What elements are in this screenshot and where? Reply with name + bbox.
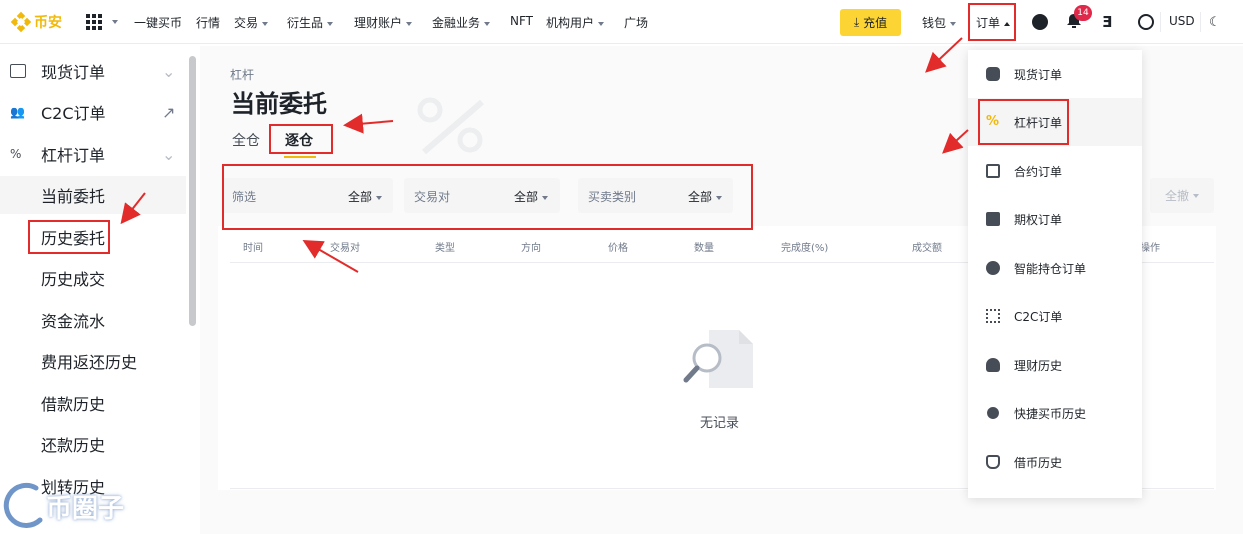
sidebar-item-transaction-history[interactable]: 资金流水 [0, 301, 186, 339]
dropdown-item-earn-history[interactable]: 理财历史 [968, 341, 1142, 389]
external-link-icon: ↗ [162, 102, 176, 122]
column-header: 交易对 [330, 243, 360, 254]
sidebar-item-open-orders[interactable]: 当前委托 [0, 176, 186, 214]
nav-item-institutional[interactable]: 机构用户 [546, 14, 605, 31]
annotation-box-margin-orders [978, 99, 1069, 145]
sidebar-item-margin-orders[interactable]: % 杠杆订单 ⌄ [0, 135, 186, 173]
chevron-down-icon [262, 21, 269, 26]
nav-item-square[interactable]: 广场 [624, 14, 648, 31]
sidebar-scrollbar[interactable] [189, 56, 196, 326]
moon-icon[interactable]: ☾ [1209, 15, 1221, 30]
quick-buy-icon [987, 407, 999, 419]
page-title: 当前委托 [231, 90, 327, 118]
column-header: 成交额 [912, 243, 942, 254]
nav-item-derivatives[interactable]: 衍生品 [287, 14, 334, 31]
wallet-icon [10, 64, 26, 78]
chevron-down-icon: ⌄ [162, 144, 176, 164]
chevron-down-icon [406, 21, 413, 26]
active-tab-indicator [284, 156, 316, 158]
sidebar-item-fee-rebate-history[interactable]: 费用返还历史 [0, 342, 186, 380]
chevron-down-icon [1193, 193, 1199, 198]
brand-name: 币安 [34, 15, 62, 31]
sidebar-item-repay-history[interactable]: 还款历史 [0, 425, 186, 463]
smart-position-icon [986, 261, 1000, 275]
tab-cross-margin[interactable]: 全仓 [232, 130, 260, 150]
nav-item-finance[interactable]: 金融业务 [432, 14, 491, 31]
nav-divider [1200, 12, 1201, 32]
nav-item-markets[interactable]: 行情 [196, 14, 220, 31]
globe-icon[interactable] [1138, 14, 1154, 30]
column-header: 类型 [435, 243, 455, 254]
nav-item-trade[interactable]: 交易 [234, 14, 269, 31]
binance-logo-icon [10, 11, 32, 33]
dropdown-item-smart-position[interactable]: 智能持仓订单 [968, 244, 1142, 292]
breadcrumb[interactable]: 杠杆 [230, 66, 254, 83]
nav-item-nft[interactable]: NFT [510, 14, 533, 28]
column-header: 方向 [521, 243, 541, 254]
dropdown-item-quick-buy-history[interactable]: 快捷买币历史 [968, 389, 1142, 437]
margin-banner-icon [417, 97, 484, 155]
chevron-down-icon [484, 21, 491, 26]
download-icon: ⤓ [853, 15, 860, 29]
loan-history-icon [986, 455, 1000, 469]
chevron-down-icon [112, 20, 118, 24]
app-grid-icon[interactable] [86, 14, 102, 30]
column-header: 完成度(%) [781, 243, 829, 254]
nav-divider [1160, 12, 1161, 32]
chevron-down-icon [598, 21, 605, 26]
column-header: 价格 [608, 243, 628, 254]
wallet-menu[interactable]: 钱包 [922, 14, 957, 31]
options-order-icon [986, 212, 1000, 226]
annotation-box-tab [269, 124, 333, 154]
dropdown-item-futures-orders[interactable]: 合约订单 [968, 147, 1142, 195]
no-records-icon [683, 330, 753, 388]
deposit-button[interactable]: ⤓ 充值 [840, 9, 901, 36]
notification-badge: 14 [1074, 5, 1092, 21]
dropdown-item-c2c-orders[interactable]: C2C订单 [968, 292, 1142, 340]
chevron-down-icon [950, 21, 957, 26]
column-header: 时间 [243, 243, 263, 254]
nav-item-quick-buy[interactable]: 一键买币 [134, 14, 182, 31]
annotation-box-filters [222, 164, 753, 230]
annotation-box-order-history [28, 220, 110, 254]
spot-order-icon [986, 67, 1000, 81]
dropdown-item-options-orders[interactable]: 期权订单 [968, 195, 1142, 243]
sidebar-item-c2c-orders[interactable]: 👥 C2C订单 ↗ [0, 93, 186, 131]
chevron-down-icon: ⌄ [162, 61, 176, 81]
brand-logo[interactable]: 币安 [10, 11, 62, 33]
c2c-order-icon [986, 309, 1000, 323]
cancel-all-button[interactable]: 全撤 [1150, 178, 1214, 213]
earn-history-icon [986, 358, 1000, 372]
watermark-logo-icon [3, 482, 43, 528]
dropdown-item-spot-orders[interactable]: 现货订单 [968, 50, 1142, 98]
percent-icon: % [10, 147, 22, 161]
sidebar-item-borrow-history[interactable]: 借款历史 [0, 384, 186, 422]
dropdown-item-loan-history[interactable]: 借币历史 [968, 438, 1142, 486]
user-icon[interactable] [1032, 14, 1048, 30]
sidebar-item-spot-orders[interactable]: 现货订单 ⌄ [0, 52, 186, 90]
currency-selector[interactable]: USD [1169, 14, 1195, 28]
annotation-box-orders [968, 3, 1016, 41]
download-app-icon[interactable]: Ǝ [1102, 13, 1112, 31]
column-header: 数量 [694, 243, 714, 254]
people-icon: 👥 [10, 105, 25, 119]
chevron-down-icon [327, 21, 334, 26]
watermark: 币圈子 [0, 474, 160, 534]
empty-state-text: 无记录 [700, 416, 740, 431]
nav-item-earn[interactable]: 理财账户 [354, 14, 413, 31]
column-header: 操作 [1140, 243, 1160, 254]
futures-order-icon [986, 164, 1000, 178]
sidebar-item-trade-history[interactable]: 历史成交 [0, 259, 186, 297]
top-nav: 币安 一键买币 行情 交易 衍生品 理财账户 金融业务 NFT 机构用户 广场 … [0, 0, 1243, 44]
